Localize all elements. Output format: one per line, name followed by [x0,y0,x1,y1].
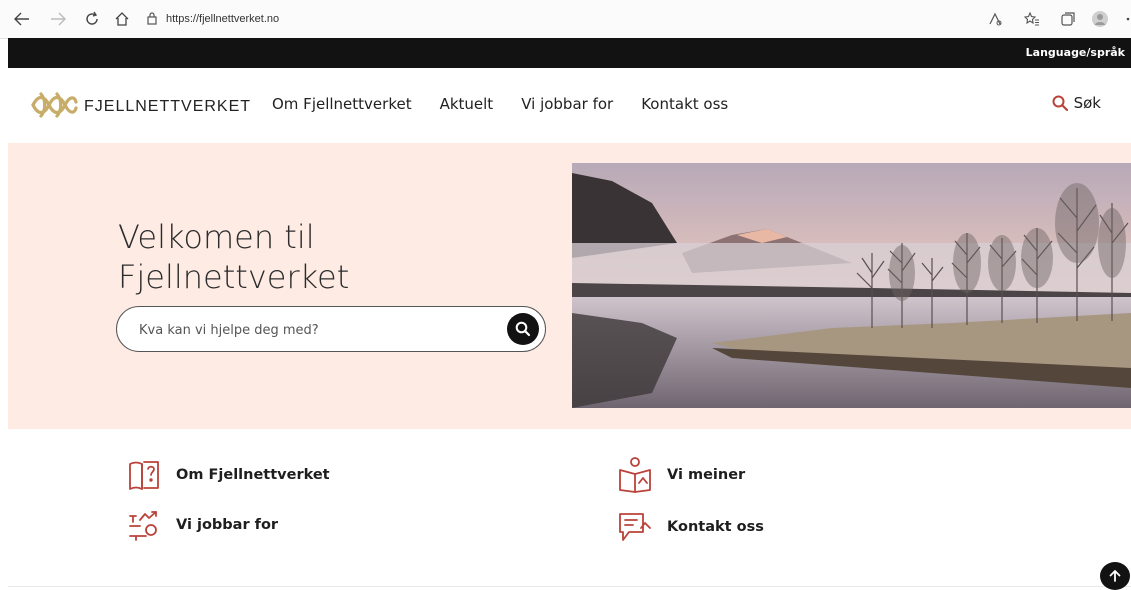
nav-item-aktuelt[interactable]: Aktuelt [440,95,494,113]
scroll-to-top-button[interactable] [1100,562,1130,590]
book-question-icon [124,457,164,493]
search-icon [1052,95,1068,111]
lock-icon [146,10,158,29]
logo-text: FJELLNETTVERKET [84,98,252,115]
search-icon [515,321,531,337]
quick-link-om-fjellnettverket[interactable]: Om Fjellnettverket [124,457,330,493]
quick-link-label: Vi jobbar for [176,517,279,533]
language-link[interactable]: Language/språk [1026,46,1125,59]
quick-link-label: Vi meiner [667,467,746,483]
section-divider [8,586,1131,587]
top-utility-bar: Language/språk [8,38,1131,68]
nav-item-om-fjellnettverket[interactable]: Om Fjellnettverket [272,95,412,113]
main-navigation: Om Fjellnettverket Aktuelt Vi jobbar for… [272,95,756,113]
quick-link-label: Kontakt oss [667,519,764,535]
search-label: Søk [1073,94,1101,112]
collections-icon[interactable] [1058,9,1078,29]
logo-knot-icon [30,88,78,126]
back-icon[interactable] [12,9,32,29]
hero-title-line2: Fjellnettverket [118,258,350,296]
chat-message-icon [615,509,655,545]
quick-link-label: Om Fjellnettverket [176,467,330,483]
favorites-icon[interactable] [1022,9,1042,29]
profile-avatar-icon[interactable] [1090,9,1110,29]
hero-section: Velkomen til Fjellnettverket [8,143,1131,429]
hero-title: Velkomen til Fjellnettverket [118,217,349,297]
more-menu-icon[interactable] [1118,9,1131,29]
quick-link-vi-meiner[interactable]: Vi meiner [615,457,745,493]
reload-icon[interactable] [82,9,102,29]
browser-chrome: https://fjellnettverket.no [0,0,1131,39]
quick-link-vi-jobbar-for[interactable]: Vi jobbar for [124,507,278,543]
nav-item-vi-jobbar-for[interactable]: Vi jobbar for [521,95,613,113]
growth-target-icon [124,507,164,543]
home-icon[interactable] [112,9,132,29]
hero-landscape-photo [572,163,1131,408]
nav-item-kontakt-oss[interactable]: Kontakt oss [641,95,728,113]
header-search-button[interactable]: Søk [1052,94,1101,112]
hero-search-submit-button[interactable] [507,313,539,345]
read-aloud-icon[interactable] [985,9,1005,29]
person-reading-icon [615,457,655,493]
site-header: FJELLNETTVERKET Om Fjellnettverket Aktue… [8,68,1131,143]
arrow-up-icon [1108,569,1122,583]
quick-links: Om Fjellnettverket Vi meiner Vi jobbar f… [0,429,1131,589]
hero-search-input[interactable] [137,307,501,353]
quick-link-kontakt-oss[interactable]: Kontakt oss [615,509,764,545]
site-logo[interactable]: FJELLNETTVERKET [30,88,251,126]
forward-icon[interactable] [48,9,68,29]
hero-search-box [116,306,546,353]
url-text: https://fjellnettverket.no [166,13,280,25]
address-bar[interactable]: https://fjellnettverket.no [146,8,966,30]
hero-title-line1: Velkomen til [118,218,315,256]
